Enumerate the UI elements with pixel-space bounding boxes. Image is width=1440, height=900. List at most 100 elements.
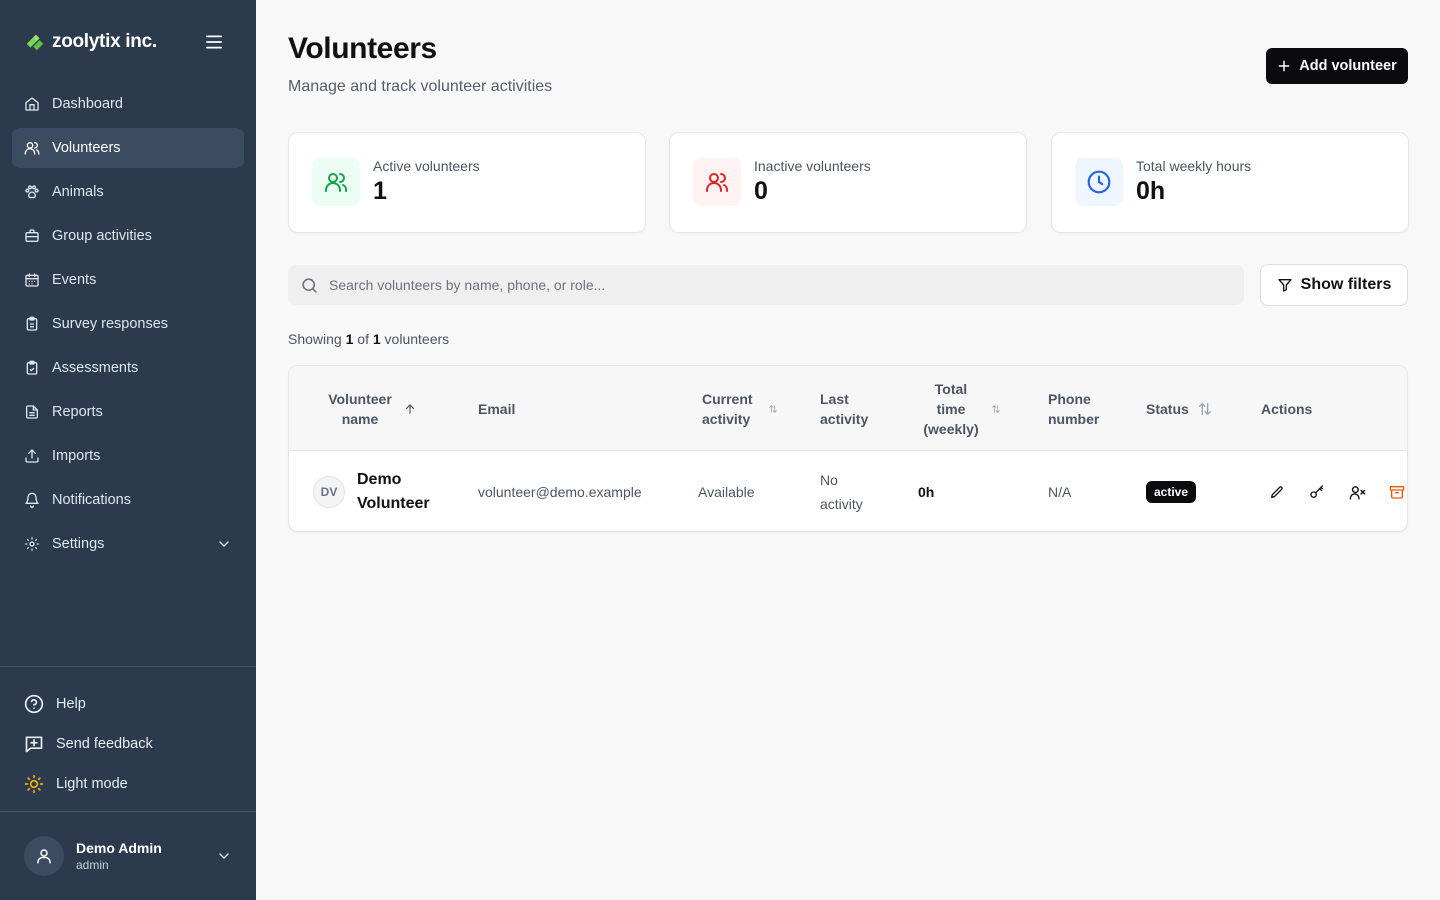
paw-icon (24, 184, 40, 200)
stat-label: Total weekly hours (1136, 158, 1252, 174)
column-header-status[interactable]: Status (1146, 366, 1213, 451)
sidebar-item-events[interactable]: Events (12, 260, 244, 300)
bell-icon (24, 492, 40, 508)
stat-label: Active volunteers (373, 158, 480, 174)
help-label: Help (56, 696, 86, 712)
sidebar-item-label: Group activities (52, 228, 152, 244)
sidebar-item-label: Reports (52, 404, 103, 420)
sidebar-nav: Dashboard Volunteers Animals Group activ… (12, 84, 244, 568)
sort-icon[interactable] (768, 404, 778, 414)
volunteer-name-cell: DV Demo Volunteer (313, 452, 447, 531)
main-content: Volunteers Manage and track volunteer ac… (288, 0, 1409, 900)
edit-button[interactable] (1265, 480, 1289, 504)
send-feedback-link[interactable]: Send feedback (24, 724, 234, 764)
sidebar-item-label: Settings (52, 536, 105, 552)
brand-name: zoolytix inc. (52, 31, 157, 52)
current-activity-cell: Available (698, 484, 755, 500)
sidebar-item-label: Imports (52, 448, 101, 464)
users-icon (24, 140, 40, 156)
last-activity-cell: No activity (820, 472, 863, 512)
message-plus-icon (24, 734, 44, 754)
column-header-last-activity: Last activity (820, 366, 872, 451)
sidebar-item-survey-responses[interactable]: Survey responses (12, 304, 244, 344)
table-row[interactable]: DV Demo Volunteer volunteer@demo.example… (289, 452, 1407, 531)
stat-card-inactive: Inactive volunteers 0 (669, 132, 1027, 233)
column-header-current-activity[interactable]: Current activity (702, 366, 778, 451)
stat-value: 0h (1136, 177, 1166, 205)
clipboard-icon (24, 316, 40, 332)
results-count: Showing 1 of 1 volunteers (288, 331, 449, 347)
file-icon (24, 404, 40, 420)
clock-icon (1087, 170, 1111, 194)
sidebar-item-assessments[interactable]: Assessments (12, 348, 244, 388)
column-header-total-time[interactable]: Total time (weekly) (919, 366, 1001, 451)
search-bar (288, 265, 1244, 305)
brand-logo-icon (26, 34, 44, 51)
sidebar-item-label: Volunteers (52, 140, 121, 156)
stat-icon-bg (312, 158, 360, 206)
sidebar-item-reports[interactable]: Reports (12, 392, 244, 432)
email-cell: volunteer@demo.example (478, 484, 642, 500)
sidebar-item-volunteers[interactable]: Volunteers (12, 128, 244, 168)
deactivate-button[interactable] (1345, 480, 1369, 504)
sidebar-item-animals[interactable]: Animals (12, 172, 244, 212)
help-link[interactable]: Help (24, 684, 234, 724)
showing-of: of (357, 331, 369, 347)
sidebar-item-label: Assessments (52, 360, 139, 376)
column-header-name[interactable]: Volunteer name (325, 366, 435, 451)
stat-icon-bg (1075, 158, 1123, 206)
sort-asc-icon[interactable] (403, 402, 417, 416)
pencil-icon (1271, 486, 1283, 498)
hamburger-icon (206, 35, 222, 49)
volunteer-name[interactable]: Demo Volunteer (357, 468, 447, 516)
theme-toggle[interactable]: Light mode (24, 764, 234, 804)
stat-value: 0 (754, 177, 768, 205)
column-header-label: Email (478, 400, 516, 417)
home-icon (24, 96, 40, 112)
showing-prefix: Showing (288, 331, 342, 347)
sort-icon[interactable] (991, 404, 1001, 414)
column-header-label: Phone number (1048, 390, 1100, 427)
stat-card-active: Active volunteers 1 (288, 132, 646, 233)
reset-password-button[interactable] (1305, 480, 1329, 504)
page-subtitle: Manage and track volunteer activities (288, 78, 553, 95)
sun-icon (24, 774, 44, 794)
sidebar-item-settings[interactable]: Settings (12, 524, 244, 564)
phone-cell: N/A (1048, 484, 1072, 500)
theme-toggle-label: Light mode (56, 776, 128, 792)
add-volunteer-button[interactable]: Add volunteer (1266, 48, 1408, 84)
column-header-email: Email (478, 366, 515, 451)
total-time-cell: 0h (918, 484, 935, 500)
showing-shown: 1 (345, 331, 354, 347)
table-header: Volunteer name Email Current activity La… (289, 366, 1407, 451)
sidebar: zoolytix inc. Dashboard Volunteers Anima… (0, 0, 256, 900)
column-header-label: Last activity (820, 390, 869, 427)
archive-button[interactable] (1385, 480, 1407, 504)
status-cell: active (1146, 452, 1197, 531)
column-header-phone: Phone number (1048, 366, 1104, 451)
sidebar-item-notifications[interactable]: Notifications (12, 480, 244, 520)
sort-icon[interactable] (1197, 401, 1213, 417)
search-input[interactable] (329, 277, 1209, 293)
column-header-actions: Actions (1261, 366, 1312, 451)
users-icon (706, 173, 728, 192)
sidebar-item-label: Dashboard (52, 96, 123, 112)
show-filters-label: Show filters (1300, 276, 1392, 293)
avatar (24, 836, 64, 876)
sidebar-item-dashboard[interactable]: Dashboard (12, 84, 244, 124)
sidebar-item-group-activities[interactable]: Group activities (12, 216, 244, 256)
gear-icon (24, 536, 40, 552)
plus-icon (1278, 60, 1290, 72)
briefcase-icon (24, 228, 40, 244)
brand[interactable]: zoolytix inc. (24, 28, 157, 56)
user-icon (37, 849, 51, 864)
menu-toggle-button[interactable] (202, 30, 226, 54)
user-menu[interactable]: Demo Admin admin (24, 836, 236, 876)
archive-icon (1389, 486, 1405, 499)
stat-card-weekly-hours: Total weekly hours 0h (1051, 132, 1409, 233)
clipboard-check-icon (24, 360, 40, 376)
show-filters-button[interactable]: Show filters (1260, 264, 1408, 306)
sidebar-item-label: Events (52, 272, 97, 288)
sidebar-item-imports[interactable]: Imports (12, 436, 244, 476)
showing-total: 1 (372, 331, 381, 347)
